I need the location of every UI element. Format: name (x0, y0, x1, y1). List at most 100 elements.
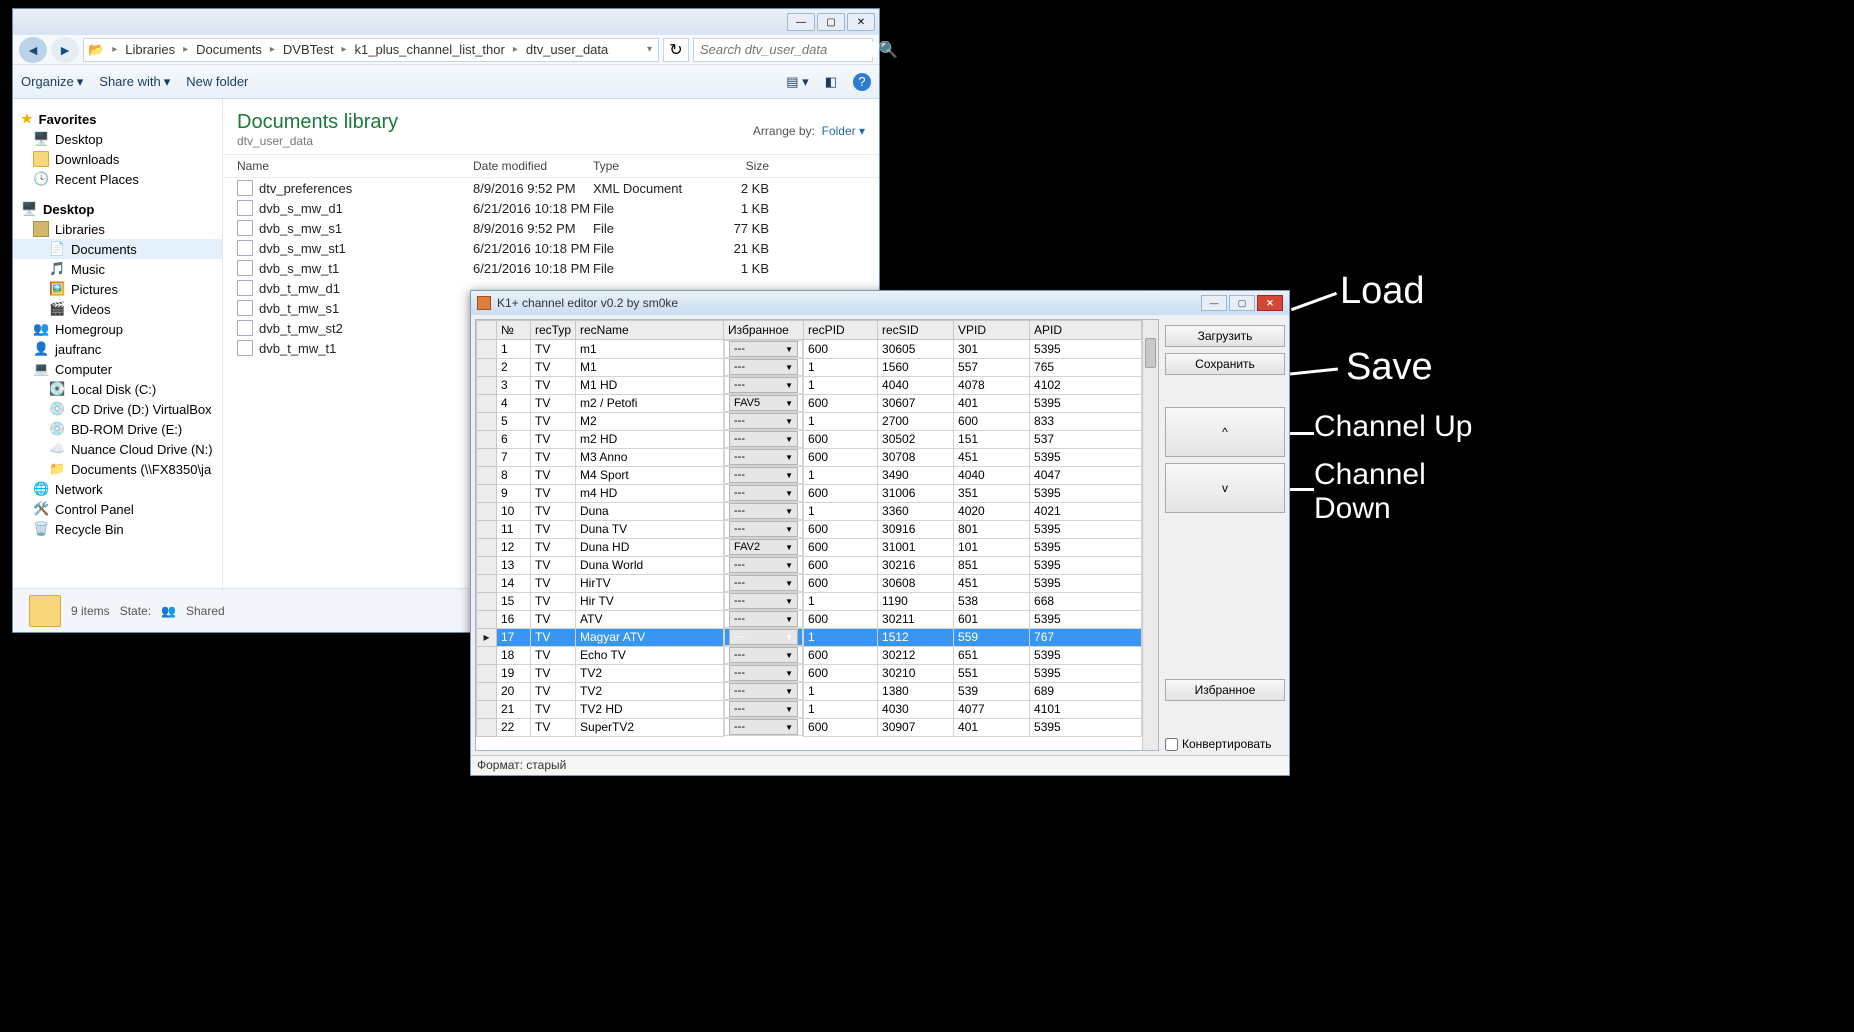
file-row[interactable]: dvb_s_mw_st16/21/2016 10:18 PMFile21 KB (223, 238, 879, 258)
fav-dropdown[interactable]: ---▼ (729, 485, 798, 501)
fav-dropdown[interactable]: ---▼ (729, 647, 798, 663)
fav-dropdown[interactable]: ---▼ (729, 701, 798, 717)
nav-ncd[interactable]: ☁️Nuance Cloud Drive (N:) (13, 439, 222, 459)
fav-dropdown[interactable]: ---▼ (729, 431, 798, 447)
file-row[interactable]: dvb_s_mw_s18/9/2016 9:52 PMFile77 KB (223, 218, 879, 238)
channel-row[interactable]: 8TVM4 Sport---▼1349040404047 (477, 466, 1142, 484)
nav-cpanel[interactable]: 🛠️Control Panel (13, 499, 222, 519)
channel-row[interactable]: 3TVM1 HD---▼1404040784102 (477, 376, 1142, 394)
file-row[interactable]: dtv_preferences8/9/2016 9:52 PMXML Docum… (223, 178, 879, 198)
cd-icon: 💿 (49, 401, 65, 417)
breadcrumb[interactable]: 📂 ▸ Libraries▸ Documents▸ DVBTest▸ k1_pl… (83, 38, 659, 62)
fav-dropdown[interactable]: ---▼ (729, 377, 798, 393)
fav-dropdown[interactable]: ---▼ (729, 719, 798, 735)
share-menu[interactable]: Share with ▾ (99, 74, 170, 90)
channel-row[interactable]: 1TVm1---▼600306053015395 (477, 340, 1142, 359)
channel-down-button[interactable]: v (1165, 463, 1285, 513)
nav-libraries[interactable]: Libraries (13, 219, 222, 239)
channel-row[interactable]: 2TVM1---▼11560557765 (477, 358, 1142, 376)
nav-downloads[interactable]: Downloads (13, 149, 222, 169)
nav-desktop2[interactable]: 🖥️Desktop (13, 199, 222, 219)
fav-dropdown[interactable]: ---▼ (729, 683, 798, 699)
arrange-folder-link[interactable]: Folder ▾ (822, 124, 865, 138)
nav-desktop[interactable]: 🖥️Desktop (13, 129, 222, 149)
channel-row[interactable]: ▸17TVMagyar ATV---▼11512559767 (477, 628, 1142, 646)
channel-row[interactable]: 18TVEcho TV---▼600302126515395 (477, 646, 1142, 664)
refresh-button[interactable]: ↻ (663, 38, 689, 62)
channel-up-button[interactable]: ^ (1165, 407, 1285, 457)
nav-cdd[interactable]: 💿CD Drive (D:) VirtualBox (13, 399, 222, 419)
channel-row[interactable]: 19TVTV2---▼600302105515395 (477, 664, 1142, 682)
search-box[interactable]: 🔍 (693, 38, 873, 62)
nav-documents[interactable]: 📄Documents (13, 239, 222, 259)
nav-computer[interactable]: 💻Computer (13, 359, 222, 379)
file-header[interactable]: Name Date modified Type Size (223, 154, 879, 178)
grid-scrollbar[interactable] (1142, 320, 1158, 750)
close-button[interactable]: ✕ (1257, 295, 1283, 311)
convert-checkbox[interactable]: Конвертировать (1165, 737, 1285, 751)
file-row[interactable]: dvb_s_mw_t16/21/2016 10:18 PMFile1 KB (223, 258, 879, 278)
channel-row[interactable]: 15TVHir TV---▼11190538668 (477, 592, 1142, 610)
nav-localc[interactable]: 💽Local Disk (C:) (13, 379, 222, 399)
minimize-button[interactable]: — (1201, 295, 1227, 311)
maximize-button[interactable]: ▢ (1229, 295, 1255, 311)
save-button[interactable]: Сохранить (1165, 353, 1285, 375)
fav-dropdown[interactable]: ---▼ (729, 521, 798, 537)
channel-row[interactable]: 13TVDuna World---▼600302168515395 (477, 556, 1142, 574)
fav-dropdown[interactable]: ---▼ (729, 557, 798, 573)
channel-row[interactable]: 12TVDuna HDFAV2▼600310011015395 (477, 538, 1142, 556)
channel-row[interactable]: 7TVM3 Anno---▼600307084515395 (477, 448, 1142, 466)
preview-pane-button[interactable]: ◧ (825, 74, 837, 90)
channel-row[interactable]: 22TVSuperTV2---▼600309074015395 (477, 718, 1142, 736)
maximize-button[interactable]: ▢ (817, 13, 845, 31)
organize-menu[interactable]: Organize ▾ (21, 74, 83, 90)
nav-favorites[interactable]: ★Favorites (13, 109, 222, 129)
view-menu[interactable]: ▤ ▾ (786, 74, 808, 90)
fav-dropdown[interactable]: ---▼ (729, 413, 798, 429)
fav-dropdown[interactable]: ---▼ (729, 611, 798, 627)
nav-music[interactable]: 🎵Music (13, 259, 222, 279)
load-button[interactable]: Загрузить (1165, 325, 1285, 347)
channel-row[interactable]: 14TVHirTV---▼600306084515395 (477, 574, 1142, 592)
channel-row[interactable]: 9TVm4 HD---▼600310063515395 (477, 484, 1142, 502)
fav-dropdown[interactable]: ---▼ (729, 575, 798, 591)
fav-dropdown[interactable]: ---▼ (729, 449, 798, 465)
channel-row[interactable]: 11TVDuna TV---▼600309168015395 (477, 520, 1142, 538)
file-icon (237, 280, 253, 296)
fav-dropdown[interactable]: ---▼ (729, 593, 798, 609)
channel-row[interactable]: 16TVATV---▼600302116015395 (477, 610, 1142, 628)
close-button[interactable]: ✕ (847, 13, 875, 31)
fav-dropdown[interactable]: ---▼ (729, 503, 798, 519)
nav-videos[interactable]: 🎬Videos (13, 299, 222, 319)
file-row[interactable]: dvb_s_mw_d16/21/2016 10:18 PMFile1 KB (223, 198, 879, 218)
search-input[interactable] (700, 42, 878, 57)
nav-jaufranc[interactable]: 👤jaufranc (13, 339, 222, 359)
channel-row[interactable]: 4TVm2 / PetofiFAV5▼600306074015395 (477, 394, 1142, 412)
nav-homegroup[interactable]: 👥Homegroup (13, 319, 222, 339)
newfolder-button[interactable]: New folder (186, 74, 248, 89)
channel-row[interactable]: 20TVTV2---▼11380539689 (477, 682, 1142, 700)
channel-row[interactable]: 5TVM2---▼12700600833 (477, 412, 1142, 430)
fav-dropdown[interactable]: ---▼ (729, 629, 798, 645)
fav-dropdown[interactable]: ---▼ (729, 665, 798, 681)
nav-recent[interactable]: 🕓Recent Places (13, 169, 222, 189)
nav-network[interactable]: 🌐Network (13, 479, 222, 499)
fav-dropdown[interactable]: ---▼ (729, 359, 798, 375)
forward-button[interactable]: ► (51, 37, 79, 63)
minimize-button[interactable]: — (787, 13, 815, 31)
favorites-button[interactable]: Избранное (1165, 679, 1285, 701)
fav-dropdown[interactable]: FAV2▼ (729, 539, 798, 555)
nav-pictures[interactable]: 🖼️Pictures (13, 279, 222, 299)
channel-row[interactable]: 6TVm2 HD---▼60030502151537 (477, 430, 1142, 448)
back-button[interactable]: ◄ (19, 37, 47, 63)
channel-row[interactable]: 10TVDuna---▼1336040204021 (477, 502, 1142, 520)
fav-dropdown[interactable]: ---▼ (729, 467, 798, 483)
channel-grid[interactable]: № recTyp recName Избранное recPID recSID… (475, 319, 1159, 751)
nav-bde[interactable]: 💿BD-ROM Drive (E:) (13, 419, 222, 439)
channel-row[interactable]: 21TVTV2 HD---▼1403040774101 (477, 700, 1142, 718)
help-button[interactable]: ? (853, 73, 871, 91)
fav-dropdown[interactable]: FAV5▼ (729, 395, 798, 411)
nav-recycle[interactable]: 🗑️Recycle Bin (13, 519, 222, 539)
fav-dropdown[interactable]: ---▼ (729, 341, 798, 357)
nav-docs[interactable]: 📁Documents (\\FX8350\ja (13, 459, 222, 479)
